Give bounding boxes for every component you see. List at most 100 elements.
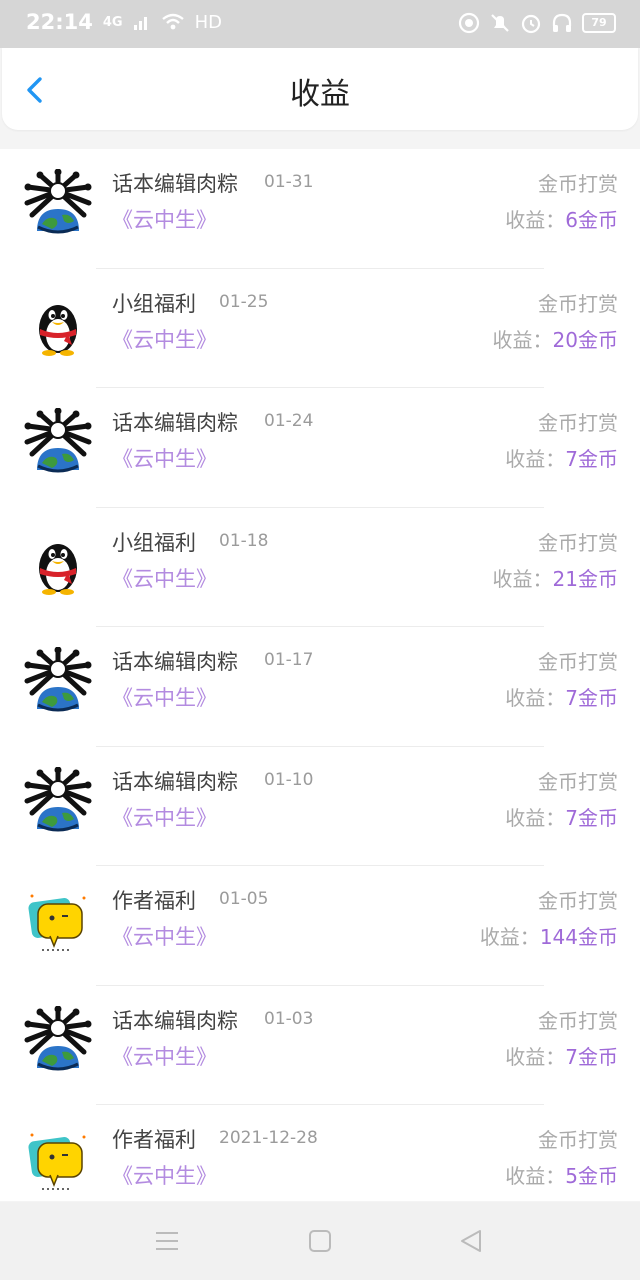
earnings-label: 收益： [479,925,540,949]
sender-name: 作者福利 [112,1128,196,1152]
list-item[interactable]: 话本编辑肉粽 01-10 《云中生》 金币打赏收益：7金币 [0,747,640,866]
earnings-label: 收益： [505,1044,566,1069]
list-item[interactable]: 小组福利 01-18 《云中生》 金币打赏收益：21金币 [0,508,640,627]
system-back-button[interactable] [456,1226,486,1256]
earnings-amount: 7金币 [565,1044,618,1069]
earnings-label: 收益： [505,208,566,232]
book-title-link[interactable]: 《云中生》 [112,563,217,593]
earnings-amount: 5金币 [565,1164,618,1188]
entry-date: 01-03 [264,1008,314,1029]
chat-bubble-avatar[interactable] [24,886,92,954]
earnings-amount: 7金币 [565,447,618,471]
book-title-link[interactable]: 《云中生》 [112,443,217,473]
spiky-globe-avatar[interactable] [24,1005,92,1074]
alarm-icon [521,14,541,34]
entry-date: 01-05 [219,889,269,909]
earnings-list: 话本编辑肉粽 01-31 《云中生》 金币打赏 收益：6金币 小组福利 01-25 《云中生》… [0,149,640,1201]
earnings-label: 收益： [505,686,566,710]
home-button[interactable] [305,1226,335,1256]
list-item[interactable]: 作者福利 2021-12-28 《云中生》 金币打赏 收益：5金币 [0,1105,640,1201]
record-icon [458,12,480,34]
spiky-globe-avatar[interactable] [24,407,92,476]
triangle-back-icon [461,1230,481,1252]
headphones-icon [552,13,572,32]
menu-button[interactable] [152,1226,182,1256]
entry-date: 01-18 [219,530,269,551]
list-item[interactable]: 小组福利 01-25 《云中生》 金币打赏 收益：20金币 [0,269,640,388]
entry-date: 01-10 [264,769,314,790]
penguin-avatar[interactable] [24,289,92,357]
earnings: 收益：20金币 [493,324,618,353]
reward-type: 金币打赏 [538,650,618,674]
book-title-link[interactable]: 《云中生》 [112,324,217,354]
reward-type: 金币打赏 [538,1008,618,1033]
sender-name: 小组福利 [112,530,196,555]
sender-name: 话本编辑肉粽 [112,172,238,196]
book-title-link[interactable]: 《云中生》 [112,682,217,712]
battery-icon: 79 [582,13,616,33]
earnings: 收益：7金币 [505,682,618,711]
signal-icon [133,17,147,30]
spiky-globe-avatar[interactable] [24,168,92,237]
list-item[interactable]: 话本编辑肉粽 01-24 《云中生》 金币打赏收益：7金币 [0,388,640,508]
entry-date: 01-24 [264,411,314,431]
earnings-label: 收益： [492,327,553,352]
menu-icon [156,1232,178,1250]
book-title-link[interactable]: 《云中生》 [112,1041,217,1071]
reward-type: 金币打赏 [538,172,618,196]
page-title: 收益 [290,77,350,112]
book-title-link[interactable]: 《云中生》 [112,802,217,832]
earnings: 收益：7金币 [505,443,618,472]
reward-type: 金币打赏 [538,889,618,913]
list-item[interactable]: 作者福利 01-05 《云中生》 金币打赏收益：144金币 [0,866,640,986]
reward-type: 金币打赏 [538,1128,618,1152]
status-bar: 22:14 4G HD 79 [0,0,640,48]
sender-name: 话本编辑肉粽 [112,650,238,674]
earnings-amount: 21金币 [552,566,618,591]
earnings: 收益：5金币 [505,1160,618,1189]
spiky-globe-avatar[interactable] [24,766,92,835]
chevron-left-icon [27,77,42,103]
reward-type: 金币打赏 [538,769,618,794]
earnings-amount: 144金币 [539,925,618,949]
book-title-link[interactable]: 《云中生》 [112,921,217,951]
reward-type: 金币打赏 [538,411,618,435]
book-title-link[interactable]: 《云中生》 [112,1160,217,1190]
navigation-bar [0,1202,640,1280]
earnings-label: 收益： [505,447,566,471]
header: 收益 [2,48,638,130]
status-right: 79 [458,12,616,34]
earnings-label: 收益： [492,566,553,591]
sender-name: 作者福利 [112,889,196,913]
earnings-amount: 7金币 [565,805,618,830]
sender-name: 话本编辑肉粽 [112,411,238,435]
earnings-amount: 6金币 [565,208,618,232]
hd-label: HD [194,11,222,33]
network-label: 4G [102,14,123,30]
list-item[interactable]: 话本编辑肉粽 01-03 《云中生》 金币打赏收益：7金币 [0,986,640,1105]
earnings: 收益：7金币 [505,1041,618,1070]
status-time: 22:14 [26,10,93,34]
status-left: 22:14 4G HD [26,10,222,34]
reward-type: 金币打赏 [538,530,618,555]
earnings: 收益：21金币 [493,563,618,592]
earnings-label: 收益： [505,1164,566,1188]
entry-date: 01-17 [264,650,314,670]
list-item[interactable]: 话本编辑肉粽 01-17 《云中生》 金币打赏收益：7金币 [0,627,640,747]
wifi-icon [161,13,184,30]
square-icon [309,1230,331,1252]
earnings-amount: 7金币 [565,686,618,710]
book-title-link[interactable]: 《云中生》 [112,204,217,234]
reward-type: 金币打赏 [538,291,618,316]
earnings-amount: 20金币 [552,327,618,352]
list-item[interactable]: 话本编辑肉粽 01-31 《云中生》 金币打赏 收益：6金币 [0,149,640,269]
sender-name: 话本编辑肉粽 [112,1008,238,1033]
chat-bubble-avatar[interactable] [24,1125,92,1193]
sender-name: 话本编辑肉粽 [112,769,238,794]
entry-date: 01-25 [219,291,269,312]
earnings-label: 收益： [505,805,566,830]
back-button[interactable] [20,74,52,106]
penguin-avatar[interactable] [24,528,92,596]
earnings: 收益：144金币 [480,921,618,950]
spiky-globe-avatar[interactable] [24,646,92,715]
